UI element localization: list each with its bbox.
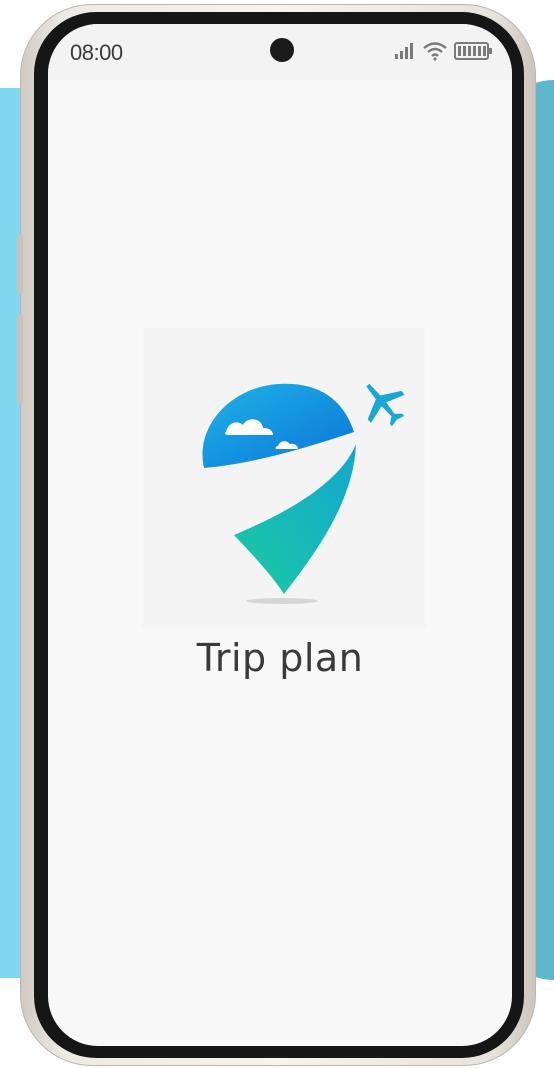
signal-icon [395,43,413,59]
app-name: Trip plan [196,636,364,680]
phone-screen: 08:00 Trip plan [48,24,512,1046]
status-bar: 08:00 [48,24,512,80]
phone-side-button [17,234,23,294]
status-time: 08:00 [70,40,123,65]
app-logo [142,328,426,628]
status-icons [394,40,494,62]
location-pin-plane-icon [202,383,405,604]
splash-screen-mockup: 08:00 Trip plan [0,0,554,1068]
phone-side-button [17,314,23,404]
front-camera [270,38,294,62]
battery-icon [454,42,492,60]
wifi-icon [423,42,447,61]
